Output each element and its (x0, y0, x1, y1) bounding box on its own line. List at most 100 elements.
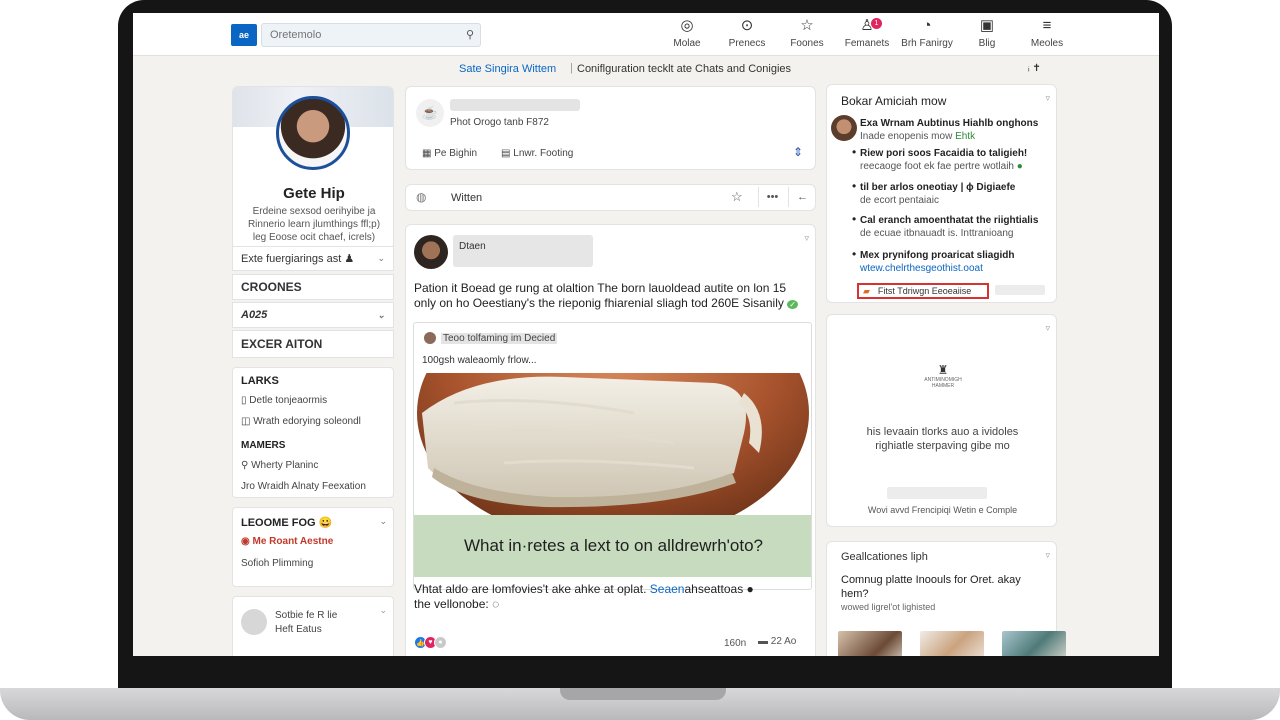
comment-count[interactable]: ▬ 22 Ao (758, 636, 796, 647)
shared-content[interactable]: Teoo tolfaming im Decied 100gsh waleaoml… (413, 322, 812, 590)
nav-item-label: Foones (790, 38, 824, 49)
left-menu-label: EXCER AITON (241, 337, 323, 351)
reactions[interactable]: 👍 ♥ ● (414, 636, 447, 649)
nav-item-blog[interactable]: ▣ Blig (957, 16, 1017, 54)
suggestions-panel: Geallcationes liph ▿ Comnug platte Inoou… (826, 541, 1066, 656)
nav-item-label: Meoles (1030, 38, 1064, 49)
compose-action-footing[interactable]: ▤ Lnwr. Footing (501, 148, 573, 159)
ad-panel[interactable]: ▿ ♜ ANTIMINOMIGH HAMMER his levaain tlor… (826, 314, 1057, 527)
news-item[interactable]: Mex prynifong proaricat sliagidh wtew.ch… (860, 249, 1055, 275)
news-item-sub: de ecort pentaiaic (860, 195, 939, 206)
compose-subtitle: Phot Orogo tanb F872 (450, 117, 549, 128)
left-menu-label: A025 (241, 309, 268, 321)
thumbnail[interactable] (1002, 631, 1066, 656)
suggestion-thumbnails (838, 631, 1066, 656)
feed-filter-bar: ◍ Witten ☆ ••• ← (405, 184, 816, 211)
post-menu-icon[interactable]: ▿ (804, 233, 809, 244)
nav-item-home[interactable]: ◎ Molae (657, 16, 717, 54)
globe-icon: ◍ (416, 190, 427, 204)
chevron-down-icon[interactable]: ⌄ (379, 516, 387, 527)
thumbnail[interactable] (920, 631, 984, 656)
post-author[interactable]: Dtaen (459, 241, 486, 252)
search-input[interactable] (270, 27, 460, 43)
avatar[interactable] (414, 235, 448, 269)
grid-icon: ▣ (979, 17, 995, 34)
comment-count-value: 22 Ao (770, 636, 797, 647)
info-icon[interactable]: ▿ (1045, 93, 1050, 104)
promo-button[interactable]: ▰ Fitst Tdriwgn Eeoeaiise (857, 283, 989, 299)
news-item[interactable]: Cal eranch amoenthatat the riightialis d… (860, 214, 1055, 240)
bullet: • (852, 179, 857, 193)
footer-text: Vhtat aldo are lomfovies't ake ahke at o… (414, 582, 647, 596)
nav-item-label: Femanets (844, 38, 890, 49)
shared-header: Teoo tolfaming im Decied (424, 332, 558, 344)
left-menu-item-3[interactable]: A025 ⌄ (232, 302, 394, 328)
laptop-notch (560, 688, 726, 700)
announcement-text: Coniflguration tecklt ate Chats and Coni… (577, 63, 792, 75)
crest-icon: ♜ (937, 363, 949, 377)
reaction-count[interactable]: 160n (724, 638, 746, 649)
news-item-tag: Ehtk (955, 131, 976, 142)
search-icon[interactable]: ⚲ (466, 28, 474, 41)
chevron-down-icon[interactable]: ⌄ (377, 310, 385, 321)
announcement-link[interactable]: Sate Singira Wittem (459, 63, 556, 75)
section-heading: LARKS (241, 375, 279, 387)
left-menu-item-2[interactable]: CROONES (232, 274, 394, 300)
ad-logo-text: ANTIMINOMIGH HAMMER (924, 377, 962, 389)
profile-name[interactable]: Gete Hip (233, 185, 393, 202)
clock-icon: ◔ (922, 17, 932, 34)
nav-item-notifications[interactable]: ♙ 1 Femanets (837, 16, 897, 54)
nav-item-favorites[interactable]: ☆ Foones (777, 16, 837, 54)
post-image[interactable] (414, 373, 811, 515)
avatar[interactable] (276, 96, 350, 170)
thumbnail[interactable] (838, 631, 902, 656)
brand-logo[interactable]: ae (231, 24, 257, 46)
left-menu-label: CROONES (241, 280, 302, 294)
sort-icon[interactable]: ⇕ (793, 145, 803, 159)
chevron-down-icon[interactable]: ⌄ (377, 253, 385, 264)
info-icon[interactable]: ▿ (1045, 323, 1050, 334)
check-icon: ● (1016, 161, 1023, 172)
link-item[interactable]: ⚲ Wherty Planinc (241, 460, 318, 471)
bullet: • (852, 145, 857, 159)
news-item[interactable]: Riew pori soos Facaidia to taligieh! ree… (860, 147, 1055, 173)
news-item[interactable]: til ber arlos oneotiay | ɸ Digiaefe de e… (860, 181, 1055, 207)
footer-link[interactable]: Seaen (650, 582, 685, 596)
announcement-controls[interactable]: ᵢ ✝ (1028, 63, 1041, 74)
left-menu-label: Exte fuergiarings ast ♟ (241, 253, 355, 265)
link-item[interactable]: Jro Wraidh Alnaty Feexation (241, 481, 366, 492)
suggestion-card[interactable]: Sotbie fe R lie Heft Eatus ⌄ (232, 596, 394, 656)
action-label: Lnwr. Footing (513, 148, 574, 159)
group-item[interactable]: ◉ Me Roant Aestne (241, 536, 333, 547)
nav-item-family[interactable]: ◔ Brh Fanirgy (897, 16, 957, 54)
link-item[interactable]: ▯ Detle tonjeaormis (241, 395, 327, 406)
arrow-left-icon[interactable]: ← (788, 187, 816, 207)
nav-item-more[interactable]: ≡ Meoles (1017, 16, 1077, 54)
profile-card[interactable]: Gete Hip Erdeine sexsod oerihyibe ja Rin… (232, 86, 394, 250)
cup-icon: ☕ (416, 99, 444, 127)
left-menu-item-4[interactable]: EXCER AITON (232, 330, 394, 358)
link-item[interactable]: ◫ Wrath edorying soleondl (241, 416, 361, 427)
ad-footer[interactable]: Wovi avvd Frencipiqi Wetin e Comple (827, 505, 1058, 515)
suggestions-headline[interactable]: Comnug platte Inoouls for Oret. akay hem… (841, 573, 1041, 601)
group-item[interactable]: Sofioh Plimming (241, 558, 313, 569)
suggestions-subtitle: wowed ligrel'ot lighisted (841, 602, 936, 612)
more-options-icon[interactable]: ••• (758, 187, 786, 207)
bullet: • (852, 212, 857, 226)
info-icon[interactable]: ▿ (1045, 550, 1050, 561)
compose-action-photo[interactable]: ▦ Pe Bighin (422, 148, 477, 159)
star-icon[interactable]: ☆ (731, 189, 743, 205)
links-section: LARKS ▯ Detle tonjeaormis ◫ Wrath edoryi… (232, 367, 394, 498)
promo-icon: ▰ (863, 285, 870, 296)
footer-link-rest: ahseattoas (684, 582, 744, 596)
left-menu-item-1[interactable]: Exte fuergiarings ast ♟ ⌄ (232, 246, 394, 271)
shared-caption: What in·retes a lext to on alldrewrh'oto… (414, 515, 811, 577)
search-box[interactable]: ⚲ (261, 23, 481, 47)
filter-label[interactable]: Witten (451, 192, 482, 204)
profile-headline: Erdeine sexsod oerihyibe ja Rinnerio lea… (247, 206, 381, 243)
compose-input[interactable] (450, 99, 580, 111)
link-label: Wherty Planinc (251, 460, 319, 471)
news-item[interactable]: Exa Wrnam Aubtinus Hiahlb onghons Inade … (860, 117, 1055, 143)
chevron-down-icon[interactable]: ⌄ (379, 605, 387, 616)
nav-item-network[interactable]: ⊙ Prenecs (717, 16, 777, 54)
